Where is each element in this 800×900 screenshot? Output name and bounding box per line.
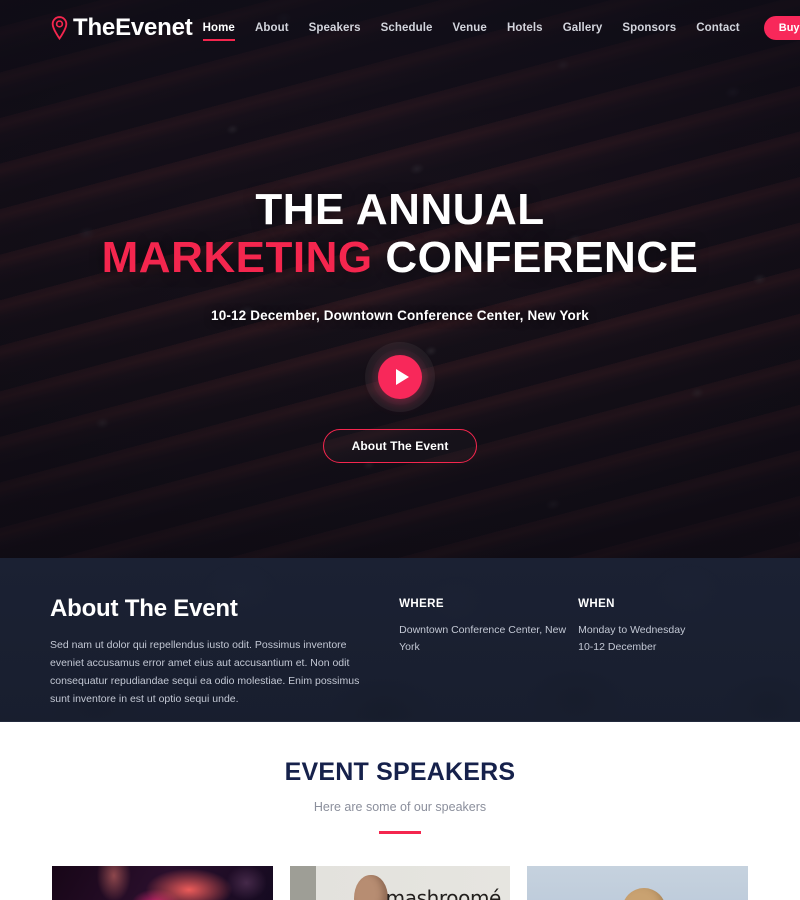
speaker-head-shape <box>353 875 388 900</box>
nav-item-speakers[interactable]: Speakers <box>299 16 371 40</box>
about-paragraph: Sed nam ut dolor qui repellendus iusto o… <box>50 639 360 706</box>
nav-item-home[interactable]: Home <box>193 16 245 41</box>
about-where-column: WHERE Downtown Conference Center, New Yo… <box>399 595 566 708</box>
hero-title-highlight: MARKETING <box>101 232 373 282</box>
nav-item-gallery[interactable]: Gallery <box>553 16 613 40</box>
nav-item-about[interactable]: About <box>245 16 299 40</box>
about-when-column: WHEN Monday to Wednesday 10-12 December <box>578 595 750 708</box>
speaker-card-3[interactable] <box>527 866 749 900</box>
when-heading: WHEN <box>578 598 615 610</box>
where-text: Downtown Conference Center, New York <box>399 624 567 653</box>
speakers-subtitle: Here are some of our speakers <box>313 800 487 814</box>
nav-item-contact[interactable]: Contact <box>686 16 750 40</box>
speaker-photo-word: mashroomé <box>385 886 502 900</box>
play-button-ring[interactable] <box>372 349 428 406</box>
about-content: About The Event Sed nam ut dolor qui rep… <box>0 558 800 708</box>
speaker-photo-blonde <box>527 866 749 900</box>
landing-page: TheEvenet Home About Speakers Schedule V… <box>0 0 800 900</box>
when-text-line-1: Monday to Wednesday <box>578 624 686 636</box>
about-section: About The Event Sed nam ut dolor qui rep… <box>0 558 800 722</box>
site-header: TheEvenet Home About Speakers Schedule V… <box>0 0 800 56</box>
hero-content: THE ANNUAL MARKETING CONFERENCE 10-12 De… <box>0 0 800 558</box>
hero-title-rest: CONFERENCE <box>372 232 699 282</box>
speaker-photo-mashroom: mashroomé <box>289 866 511 900</box>
site-logo[interactable]: TheEvenet <box>50 16 193 40</box>
about-main-column: About The Event Sed nam ut dolor qui rep… <box>50 595 374 708</box>
where-heading: WHERE <box>399 598 444 610</box>
hero-title-line-2: MARKETING CONFERENCE <box>101 232 699 282</box>
about-the-event-button[interactable]: About The Event <box>322 429 478 464</box>
hero-section: TheEvenet Home About Speakers Schedule V… <box>0 0 800 558</box>
play-icon <box>395 369 409 386</box>
hero-title: THE ANNUAL MARKETING CONFERENCE <box>102 186 699 281</box>
nav-item-schedule[interactable]: Schedule <box>371 16 443 40</box>
speakers-divider <box>379 831 421 834</box>
speaker-head-shape <box>622 888 667 900</box>
speaker-card-2[interactable]: mashroomé <box>289 866 511 900</box>
nav-item-venue[interactable]: Venue <box>443 16 497 40</box>
hero-title-line-1: THE ANNUAL <box>255 185 545 234</box>
buy-tickets-button[interactable]: Buy Tickets <box>763 16 800 40</box>
nav-item-hotels[interactable]: Hotels <box>497 16 553 40</box>
play-video-button[interactable] <box>378 355 422 400</box>
map-pin-icon <box>51 16 68 40</box>
logo-text: TheEvenet <box>73 14 193 41</box>
about-title: About The Event <box>50 595 238 622</box>
main-navigation: Home About Speakers Schedule Venue Hotel… <box>193 16 800 41</box>
speaker-cards-row: mashroomé <box>0 866 800 900</box>
hero-subtitle: 10-12 December, Downtown Conference Cent… <box>211 308 589 324</box>
speakers-title: EVENT SPEAKERS <box>284 758 516 786</box>
speaker-card-1[interactable] <box>52 866 273 900</box>
speaker-photo-concert <box>52 866 273 900</box>
nav-item-sponsors[interactable]: Sponsors <box>612 16 686 40</box>
when-text-line-2: 10-12 December <box>578 641 657 653</box>
